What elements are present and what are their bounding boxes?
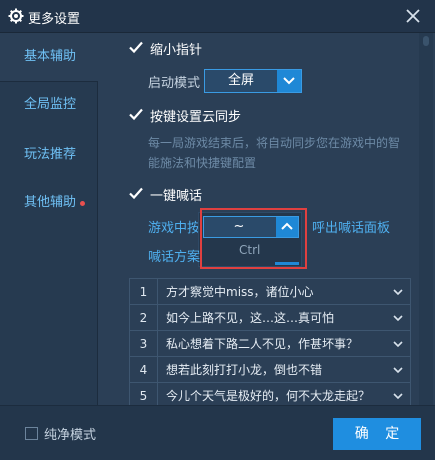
phrase-text: 方才察觉中miss，诸位小心 [166,285,314,299]
zoom-pointer-checkbox[interactable] [128,39,144,55]
zoom-pointer-label: 缩小指针 [150,43,203,58]
key-cloud-sync-checkbox[interactable] [128,106,144,122]
confirm-button[interactable]: 确 定 [333,418,421,450]
list-item[interactable]: 4 想若此刻打打小龙，倒也不错 [130,357,410,383]
hotkey-label: 游戏中按 [148,221,201,236]
sidebar-item-gameplay-recommend[interactable]: 玩法推荐 [0,131,98,179]
chevron-down-icon [393,289,403,296]
list-item[interactable]: 5 今儿个天气是极好的，何不大龙走起？ [130,383,410,405]
title-bar: 更多设置 [0,0,435,33]
chevron-down-icon [393,315,403,322]
list-item[interactable]: 1 方才察觉中miss，诸位小心 [130,279,410,305]
chevron-down-icon [393,367,403,374]
key-cloud-sync-description: 每一局游戏结束后，将自动同步您在游戏中的智能施法和快捷键配置 [148,136,401,170]
footer-bar: 纯净模式 确 定 [0,405,435,460]
notification-dot [80,201,85,206]
phrase-text: 私心想着下路二人不见，作甚坏事？ [166,337,359,351]
sidebar-item-basic-assist[interactable]: 基本辅助 [0,33,98,81]
chevron-down-icon [393,393,403,400]
shout-scheme-label: 喊话方案 [148,250,201,265]
highlight-box [200,208,307,269]
shout-checkbox[interactable] [128,185,144,201]
scrollbar-track[interactable] [419,33,433,405]
chevron-down-icon [393,341,403,348]
settings-panel: 缩小指针 启动模式 全屏 按键设置云同步 每一局游戏结束后，将自动同步您在游戏中… [98,33,418,405]
phrase-number: 3 [130,331,158,357]
list-item[interactable]: 2 如今上路不见，这…这…真可怕 [130,305,410,331]
start-mode-value: 全屏 [227,73,254,88]
sidebar: 基本辅助 全局监控 玩法推荐 其他辅助 [0,33,98,405]
phrase-text: 想若此刻打打小龙，倒也不错 [166,363,323,377]
phrase-number: 5 [130,383,158,405]
chevron-down-icon [277,70,301,92]
sidebar-item-global-monitor[interactable]: 全局监控 [0,81,98,129]
window-title: 更多设置 [28,12,81,27]
list-item[interactable]: 3 私心想着下路二人不见，作甚坏事？ [130,331,410,357]
phrase-number: 2 [130,305,158,331]
pure-mode-checkbox[interactable] [25,427,38,440]
start-mode-label: 启动模式 [148,76,201,91]
gear-icon [8,8,24,24]
call-shout-panel-link[interactable]: 呼出喊话面板 [312,217,390,236]
shout-label: 一键喊话 [150,189,203,204]
close-icon[interactable] [404,7,422,25]
start-mode-select[interactable]: 全屏 [204,69,302,93]
phrase-text: 今儿个天气是极好的，何不大龙走起？ [166,389,371,403]
scrollbar-thumb[interactable] [423,36,429,46]
phrase-number: 4 [130,357,158,383]
pure-mode-label: 纯净模式 [44,428,97,443]
phrase-list: 1 方才察觉中miss，诸位小心 2 如今上路不见，这…这…真可怕 3 私心想着… [129,278,411,405]
phrase-number: 1 [130,279,158,305]
key-cloud-sync-label: 按键设置云同步 [150,110,242,125]
phrase-text: 如今上路不见，这…这…真可怕 [166,311,335,325]
